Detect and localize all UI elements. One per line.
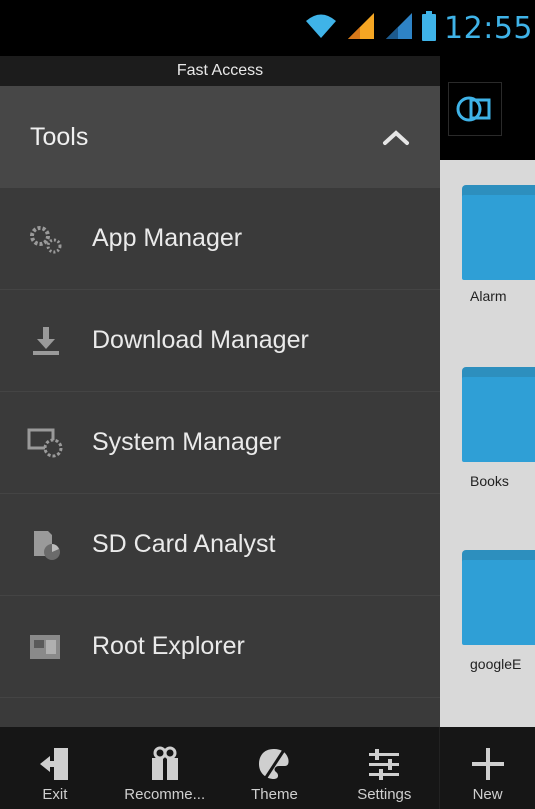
window-switch-button[interactable] xyxy=(448,82,502,136)
theme-label: Theme xyxy=(251,786,298,803)
app-manager-icon xyxy=(0,222,92,256)
tools-menu: App Manager Download Manager System Mana… xyxy=(0,188,440,698)
folder-label[interactable]: Books xyxy=(470,473,509,489)
folder-icon[interactable] xyxy=(462,185,535,280)
menu-item-label: Root Explorer xyxy=(92,632,245,660)
download-icon xyxy=(0,324,92,358)
sd-card-analyst-icon xyxy=(0,528,92,562)
theme-icon xyxy=(257,738,291,782)
menu-item-label: SD Card Analyst xyxy=(92,530,276,558)
exit-button[interactable]: Exit xyxy=(0,727,110,809)
settings-sliders-icon xyxy=(367,738,401,782)
settings-label: Settings xyxy=(357,786,412,803)
menu-item-root-explorer[interactable]: Root Explorer xyxy=(0,596,440,698)
wifi-icon xyxy=(304,12,338,45)
globe-window-icon xyxy=(456,96,491,122)
bottom-action-bar: Exit Recomme... Theme Settings New xyxy=(0,727,535,809)
content-toolbar xyxy=(440,56,535,160)
menu-item-system-manager[interactable]: System Manager xyxy=(0,392,440,494)
menu-item-label: App Manager xyxy=(92,224,243,252)
menu-item-label: System Manager xyxy=(92,428,281,456)
exit-label: Exit xyxy=(42,786,68,803)
battery-icon xyxy=(422,10,437,46)
folder-label[interactable]: googleE xyxy=(470,656,521,672)
menu-item-label: Download Manager xyxy=(92,326,309,354)
clock: 12:55 xyxy=(444,10,533,46)
exit-icon xyxy=(38,738,72,782)
folder-icon[interactable] xyxy=(462,550,535,645)
content-actions: New xyxy=(439,727,535,809)
menu-item-app-manager[interactable]: App Manager xyxy=(0,188,440,290)
new-button[interactable]: New xyxy=(440,727,535,809)
theme-button[interactable]: Theme xyxy=(220,727,330,809)
drawer-actions: Exit Recomme... Theme Settings xyxy=(0,727,439,809)
new-label: New xyxy=(472,786,503,803)
signal-icon xyxy=(346,11,376,46)
status-icons: 12:55 xyxy=(304,6,535,50)
menu-item-sd-card-analyst[interactable]: SD Card Analyst xyxy=(0,494,440,596)
recommend-button[interactable]: Recomme... xyxy=(110,727,220,809)
folder-icon[interactable] xyxy=(462,367,535,462)
chevron-up-icon[interactable] xyxy=(382,123,410,151)
settings-button[interactable]: Settings xyxy=(329,727,439,809)
folder-label[interactable]: Alarm xyxy=(470,288,507,304)
section-tools-header[interactable]: Tools xyxy=(0,86,440,188)
gift-icon xyxy=(148,738,182,782)
fast-access-drawer: Fast Access Tools App Manager Download M… xyxy=(0,56,440,809)
folder-grid: Alarm Books googleE xyxy=(440,160,535,727)
system-manager-icon xyxy=(0,426,92,460)
file-browser-panel: Alarm Books googleE xyxy=(440,56,535,727)
signal-icon-2 xyxy=(384,11,414,46)
menu-item-download-manager[interactable]: Download Manager xyxy=(0,290,440,392)
drawer-title: Fast Access xyxy=(0,56,440,86)
plus-icon xyxy=(470,738,506,782)
recommend-label: Recomme... xyxy=(124,786,206,803)
root-explorer-icon xyxy=(0,632,92,662)
section-title: Tools xyxy=(30,122,89,151)
status-bar: 12:55 xyxy=(0,0,535,56)
